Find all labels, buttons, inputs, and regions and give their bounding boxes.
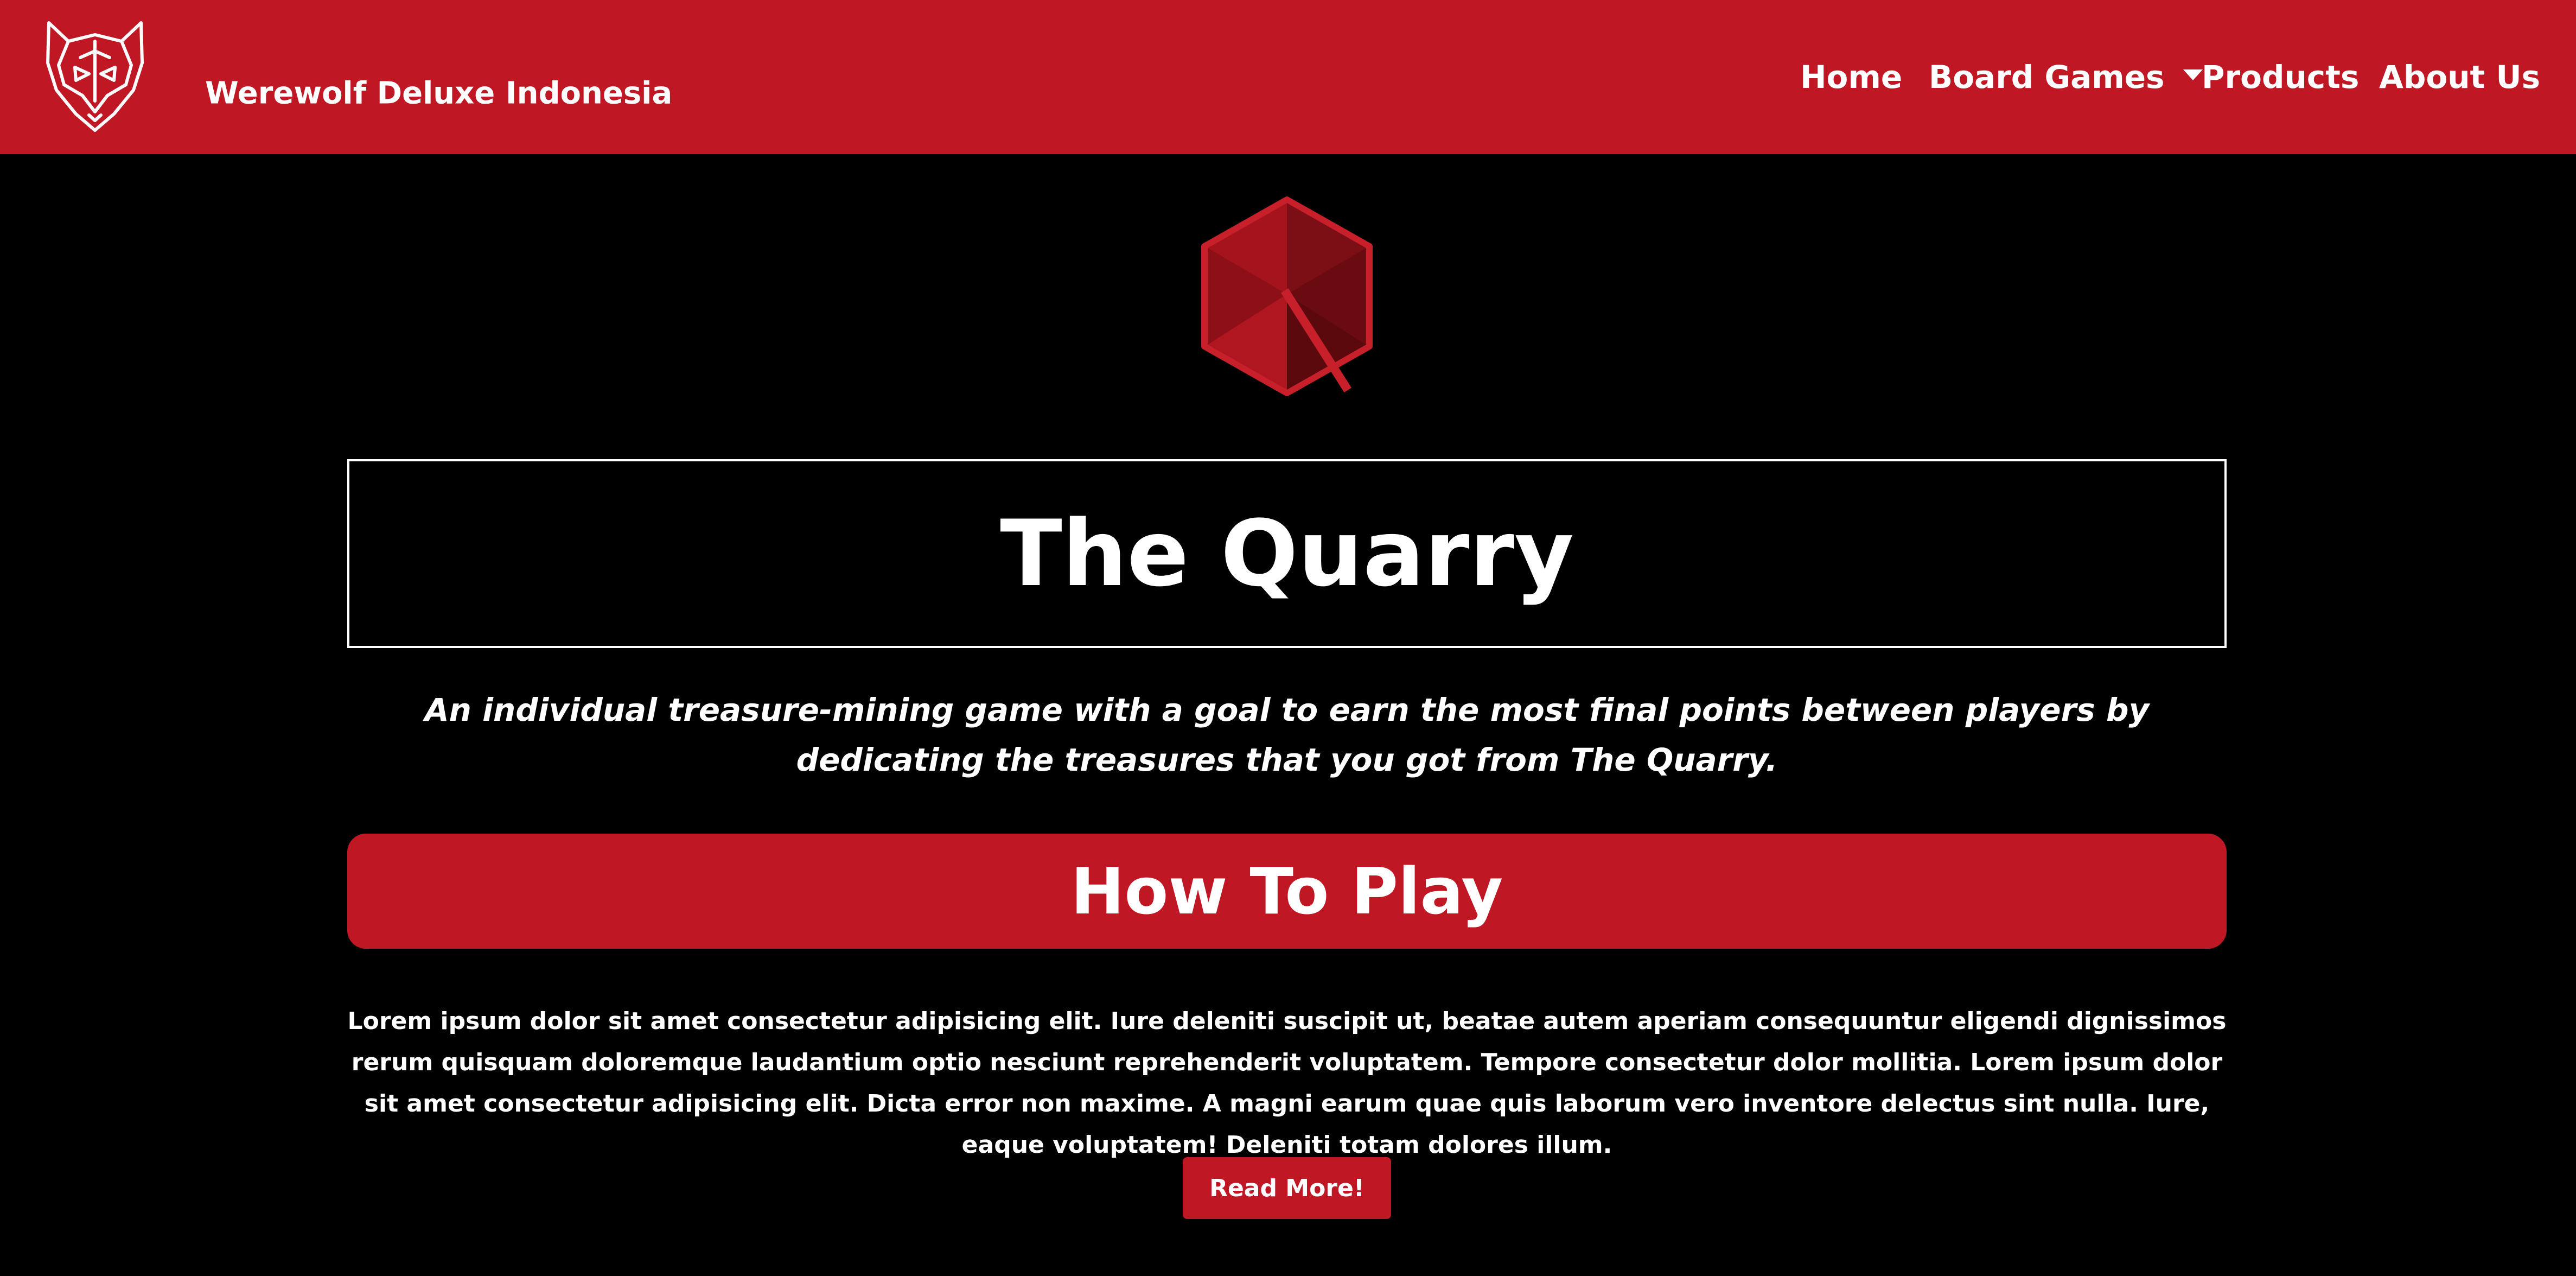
nav-link-board-games[interactable]: Board Games xyxy=(1929,59,2203,96)
title-box: The Quarry xyxy=(347,459,2227,648)
how-to-play-banner: How To Play xyxy=(347,834,2227,949)
chevron-down-icon xyxy=(2183,69,2203,80)
red-gem-hexagon-icon xyxy=(1201,196,1373,396)
nav-link-board-games-label: Board Games xyxy=(1929,59,2165,96)
how-to-play-body: Lorem ipsum dolor sit amet consectetur a… xyxy=(347,1007,2227,1159)
how-to-play-heading: How To Play xyxy=(1070,854,1503,929)
read-more-button[interactable]: Read More! xyxy=(1183,1157,1391,1219)
page-title: The Quarry xyxy=(1000,500,1574,607)
brand[interactable]: Werewolf Deluxe Indonesia xyxy=(42,20,672,134)
top-navbar: Werewolf Deluxe Indonesia Home Board Gam… xyxy=(0,0,2576,154)
brand-name[interactable]: Werewolf Deluxe Indonesia xyxy=(205,76,672,111)
nav-link-home[interactable]: Home xyxy=(1800,59,1902,96)
nav-link-products[interactable]: Products xyxy=(2202,59,2359,96)
game-tagline: An individual treasure-mining game with … xyxy=(424,691,2150,778)
nav-link-about-us[interactable]: About Us xyxy=(2379,59,2540,96)
wolf-head-icon xyxy=(46,21,144,132)
